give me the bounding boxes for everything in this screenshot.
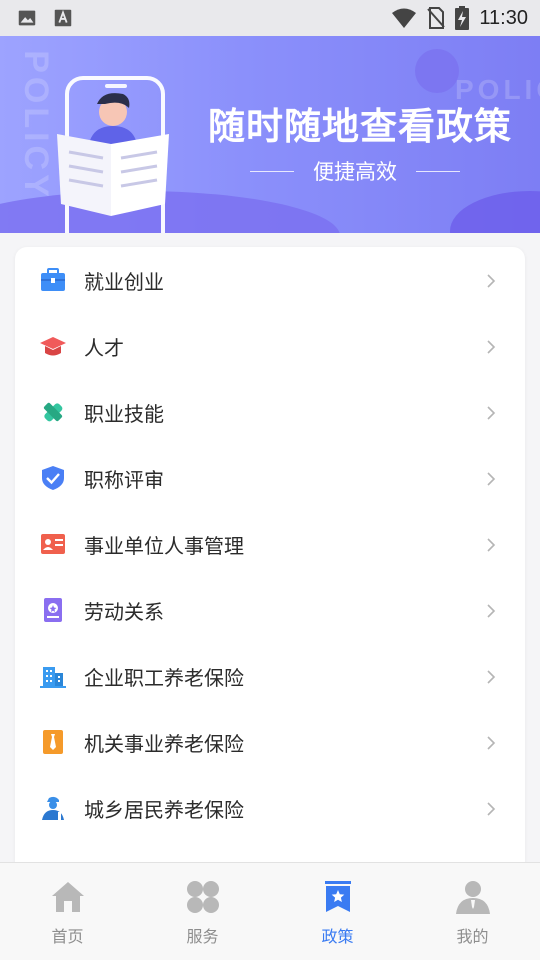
tab-home[interactable]: 首页 [0,863,135,960]
tab-mine[interactable]: 我的 [405,863,540,960]
no-sim-icon [427,7,446,29]
chevron-right-icon [487,670,496,684]
status-time: 11:30 [479,6,528,29]
phone-reader-illustration [57,76,169,233]
menu-item-public-institution-personnel[interactable]: 事业单位人事管理 [15,511,525,577]
tab-policy[interactable]: 政策 [270,863,405,960]
subtitle-line-right [416,171,460,172]
menu-item-label: 城乡居民养老保险 [84,798,244,822]
tab-label: 政策 [321,927,354,946]
menu-item-enterprise-pension[interactable]: 企业职工养老保险 [15,643,525,709]
bottom-tab-bar: 首页 服务 政策 我的 [0,862,540,960]
briefcase-icon [41,268,65,291]
menu-item-employment[interactable]: 就业创业 [15,247,525,313]
menu-item-label: 劳动关系 [84,600,164,624]
worker-icon [42,796,64,820]
menu-item-resident-pension[interactable]: 城乡居民养老保险 [15,775,525,841]
menu-item-institution-pension[interactable]: 机关事业养老保险 [15,709,525,775]
policy-banner: POLICY POLIC 随时随地查看政策 便捷高效 [0,36,540,233]
menu-item-label: 事业单位人事管理 [84,534,244,558]
image-icon [18,10,36,26]
banner-subtitle-group: 便捷高效 [250,156,460,186]
tab-label: 服务 [186,927,219,946]
chevron-right-icon [487,736,496,750]
menu-item-talent[interactable]: 人才 [15,313,525,379]
chevron-right-icon [487,538,496,552]
grid-icon [187,881,219,913]
tab-label: 首页 [51,927,84,946]
menu-item-label: 职业技能 [84,402,164,426]
wifi-icon [392,8,417,28]
chevron-right-icon [487,340,496,354]
building-icon [40,667,66,688]
menu-item-label: 企业职工养老保险 [84,666,244,690]
menu-item-labor-relations[interactable]: 劳动关系 [15,577,525,643]
chevron-right-icon [487,472,496,486]
battery-charging-icon [455,6,470,30]
menu-item-label: 职称评审 [84,468,164,492]
tools-icon [43,402,63,422]
id-card-icon [41,534,65,554]
menu-item-vocational-skills[interactable]: 职业技能 [15,379,525,445]
menu-item-label: 机关事业养老保险 [84,732,244,756]
tab-label: 我的 [456,927,489,946]
font-a-icon [54,9,72,27]
tab-services[interactable]: 服务 [135,863,270,960]
menu-item-title-evaluation[interactable]: 职称评审 [15,445,525,511]
menu-item-label: 人才 [84,336,124,360]
banner-title: 随时随地查看政策 [208,105,512,148]
home-icon [52,882,84,912]
menu-item-label: 就业创业 [84,270,164,294]
chevron-right-icon [487,604,496,618]
tie-icon [43,730,63,754]
handbook-icon [44,598,62,622]
shield-check-icon [42,466,64,490]
user-icon [456,881,490,914]
policy-bookmark-icon [325,881,351,912]
chevron-right-icon [487,406,496,420]
chevron-right-icon [487,802,496,816]
graduation-cap-icon [40,337,66,356]
chevron-right-icon [487,274,496,288]
policy-category-list: 就业创业 人才 职业技能 职称评审 事业单位人事管理 劳动关系 企业职工养老保险… [15,247,525,887]
status-bar: 11:30 [0,0,540,36]
